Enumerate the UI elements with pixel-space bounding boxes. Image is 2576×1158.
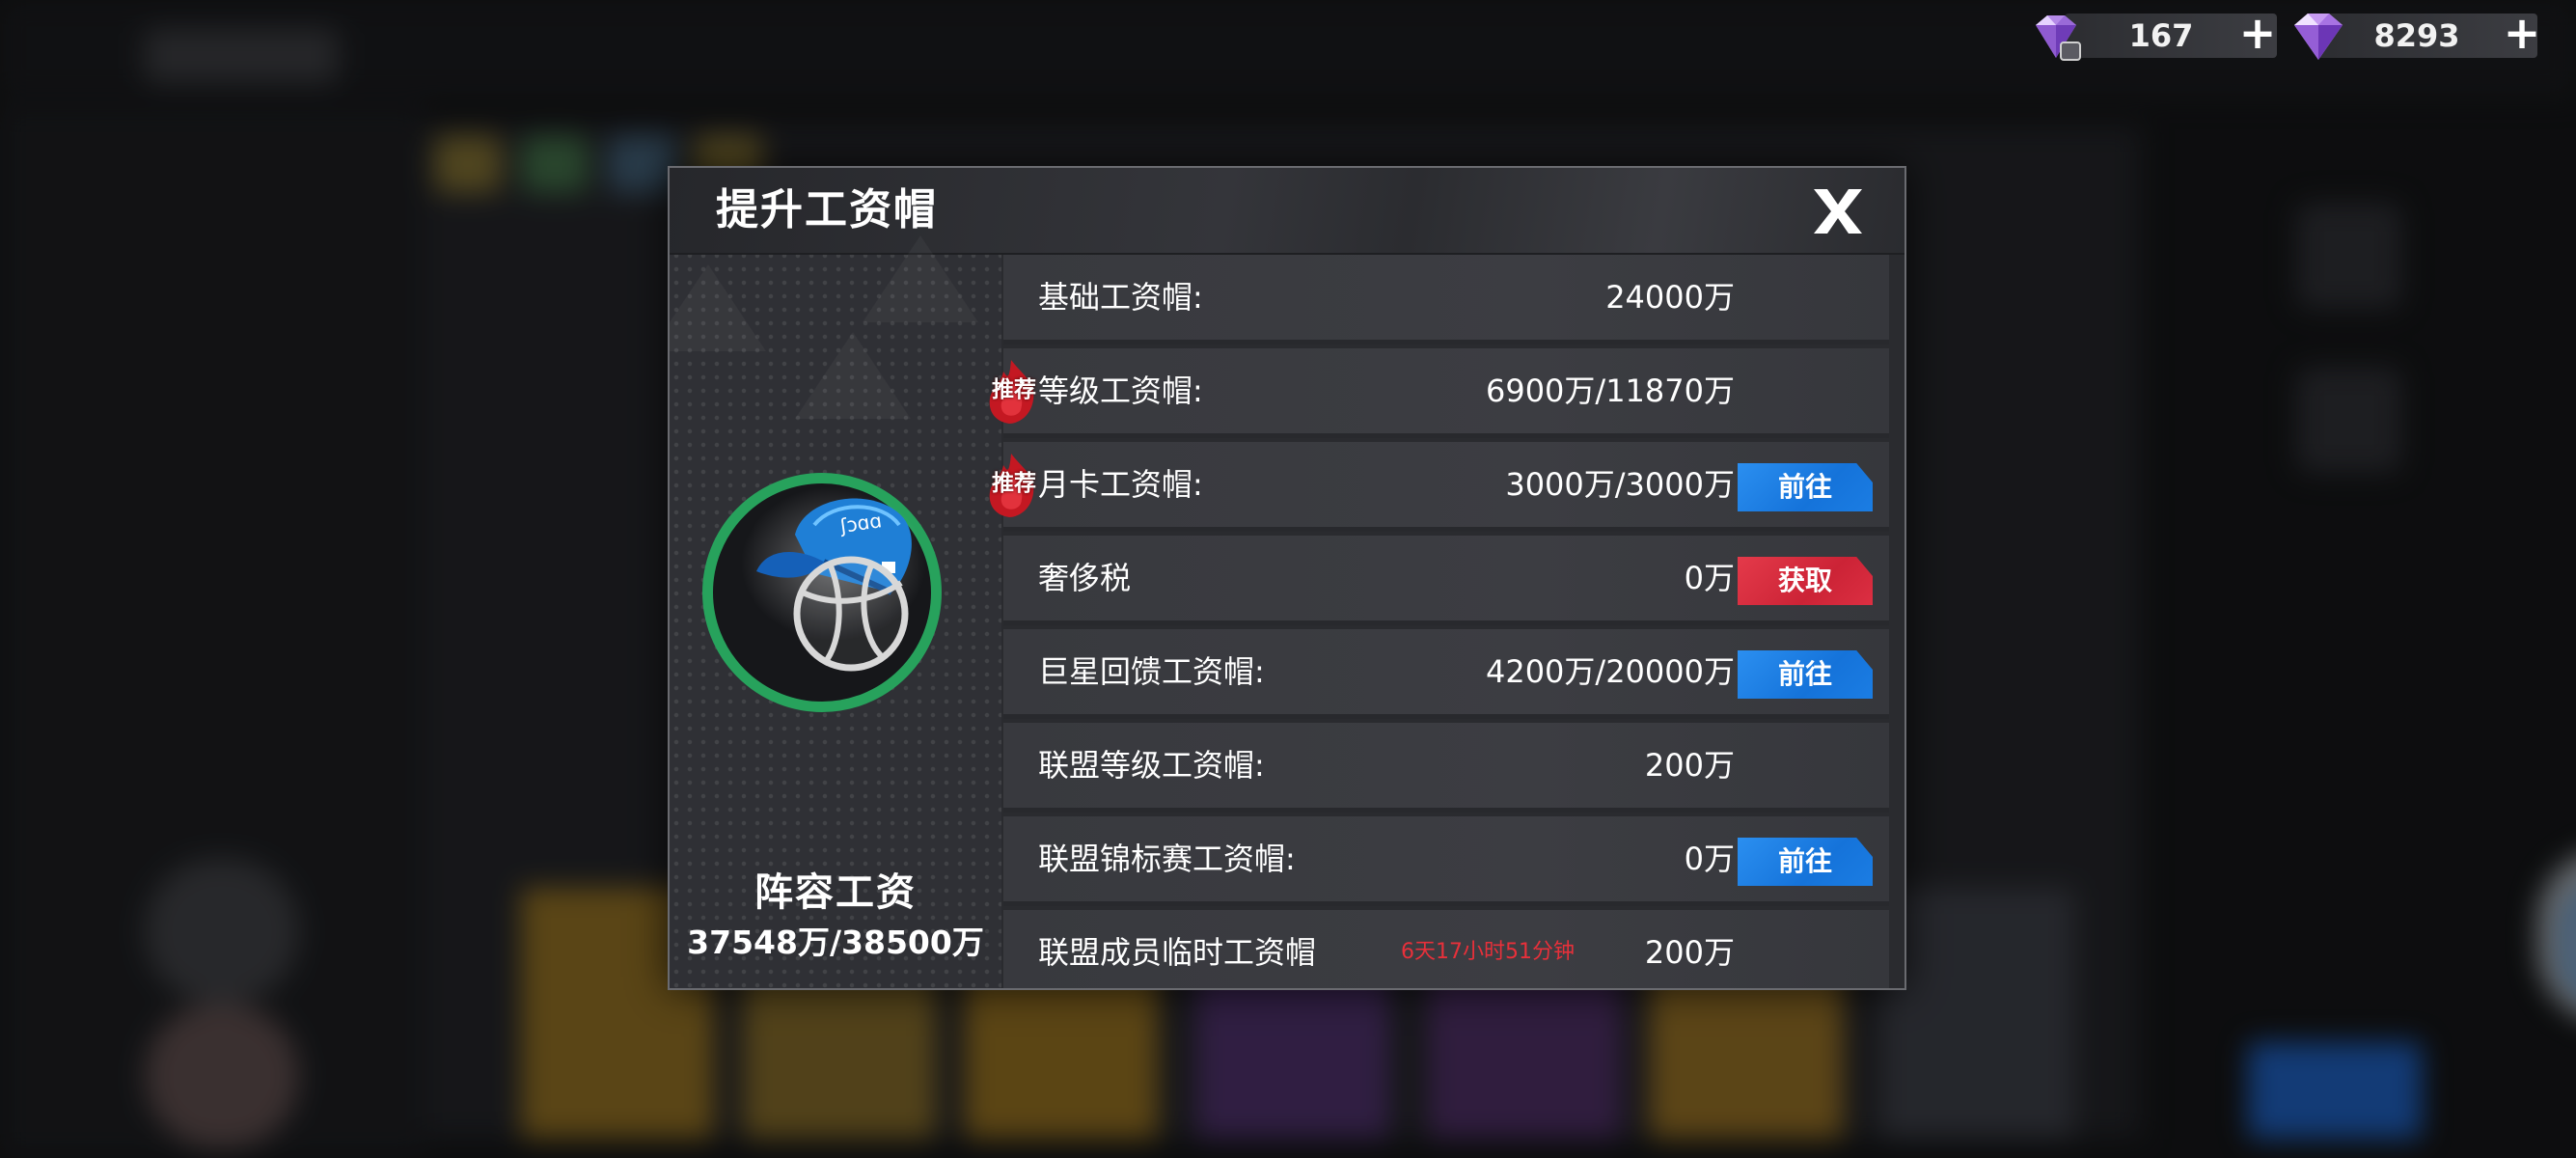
dialog-header: 提升工资帽 (670, 168, 1905, 255)
row-value: 0万 (1684, 841, 1735, 877)
list-item-league-member-temp-cap: 联盟成员临时工资帽 6天17小时51分钟 200万 (1003, 910, 1889, 988)
currency-ticket-value: 167 (2128, 17, 2194, 54)
row-label: 巨星回馈工资帽: (1038, 653, 1265, 690)
row-label: 联盟等级工资帽: (1038, 747, 1265, 784)
goto-button[interactable]: 前往 (1738, 463, 1873, 511)
cap-basketball-icon: ʃɔɑɑ (741, 486, 926, 672)
dialog-title: 提升工资帽 (716, 185, 938, 234)
list-item-star-reward-cap: 巨星回馈工资帽: 4200万/20000万 前往 (1003, 629, 1889, 719)
row-value: 6900万/11870万 (1485, 372, 1735, 409)
list-item-level-cap: 推荐 等级工资帽: 6900万/11870万 (989, 348, 1889, 438)
row-value: 3000万/3000万 (1505, 466, 1735, 503)
row-value: 24000万 (1605, 279, 1735, 316)
decor-triangle (863, 235, 978, 322)
roster-salary-value: 37548万/38500万 (687, 924, 984, 961)
close-icon[interactable] (1808, 183, 1868, 239)
row-value: 200万 (1644, 747, 1735, 784)
list-item-base-cap: 基础工资帽: 24000万 (1003, 255, 1889, 345)
goto-button[interactable]: 前往 (1738, 838, 1873, 886)
roster-salary-label: 阵容工资 (754, 870, 917, 915)
currency-diamond-value: 8293 (2373, 17, 2460, 54)
row-label: 等级工资帽: (1038, 372, 1203, 409)
row-value: 4200万/20000万 (1485, 653, 1735, 690)
row-label: 联盟成员临时工资帽 (1038, 934, 1317, 971)
recommend-badge: 推荐 (992, 471, 1036, 496)
decor-triangle (670, 264, 766, 351)
raise-salary-cap-dialog: 提升工资帽 ʃɔɑɑ 阵容工资 37548万/38500万 基础工资帽: 240… (668, 166, 1906, 990)
row-value: 0万 (1684, 560, 1735, 596)
purple-gem-ticket-icon (2036, 15, 2081, 61)
list-item-luxury-tax: 奢侈税 0万 获取 (1003, 536, 1889, 625)
countdown-timer: 6天17小时51分钟 (1401, 940, 1575, 964)
list-item-league-level-cap: 联盟等级工资帽: 200万 (1003, 723, 1889, 813)
add-diamond-button[interactable]: + (2501, 11, 2543, 56)
row-label: 基础工资帽: (1038, 279, 1203, 316)
goto-button[interactable]: 前往 (1738, 650, 1873, 699)
list-item-league-tournament-cap: 联盟锦标赛工资帽: 0万 前往 (1003, 816, 1889, 906)
list-item-monthly-card-cap: 推荐 月卡工资帽: 3000万/3000万 前往 (989, 442, 1889, 532)
decor-triangle (795, 332, 911, 419)
row-value: 200万 (1644, 934, 1735, 971)
row-label: 联盟锦标赛工资帽: (1038, 841, 1296, 877)
row-label: 奢侈税 (1038, 560, 1132, 596)
roster-salary-panel: ʃɔɑɑ 阵容工资 37548万/38500万 (670, 235, 1001, 988)
obtain-button[interactable]: 获取 (1738, 557, 1873, 605)
recommend-badge: 推荐 (992, 377, 1036, 402)
row-label: 月卡工资帽: (1038, 466, 1203, 503)
add-ticket-button[interactable]: + (2236, 11, 2279, 56)
